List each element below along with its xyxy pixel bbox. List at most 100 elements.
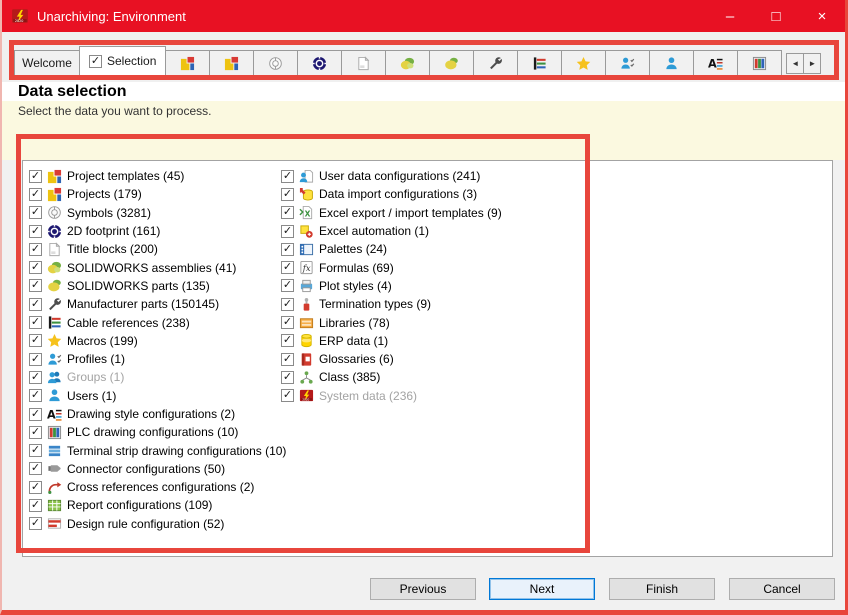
list-item[interactable]: ✓Manufacturer parts (150145): [29, 295, 281, 313]
checkbox[interactable]: ✓: [29, 298, 42, 311]
tab-solidworks-parts[interactable]: [429, 50, 474, 76]
checkbox[interactable]: ✓: [281, 298, 294, 311]
tab-project-templates[interactable]: [165, 50, 210, 76]
list-item[interactable]: ✓Profiles (1): [29, 350, 281, 368]
checkbox[interactable]: ✓: [281, 353, 294, 366]
list-item[interactable]: ✓Symbols (3281): [29, 204, 281, 222]
list-item[interactable]: ✓Formulas (69): [281, 258, 832, 276]
checkbox[interactable]: ✓: [29, 225, 42, 238]
list-item[interactable]: ✓Class (385): [281, 368, 832, 386]
list-item[interactable]: ✓Terminal strip drawing configurations (…: [29, 441, 281, 459]
list-item[interactable]: ✓Title blocks (200): [29, 240, 281, 258]
checkbox[interactable]: ✓: [29, 243, 42, 256]
checkbox[interactable]: ✓: [29, 408, 42, 421]
list-item[interactable]: ✓Connector configurations (50): [29, 460, 281, 478]
checkbox[interactable]: ✓: [281, 389, 294, 402]
selection-tab-checkbox[interactable]: ✓: [89, 55, 102, 68]
swasm-icon: [47, 260, 62, 275]
checkbox[interactable]: ✓: [281, 279, 294, 292]
list-item[interactable]: ✓Project templates (45): [29, 167, 281, 185]
list-item[interactable]: ✓System data (236): [281, 387, 832, 405]
list-item[interactable]: ✓Groups (1): [29, 368, 281, 386]
tab-selection[interactable]: ✓ Selection: [79, 46, 166, 76]
list-item[interactable]: ✓Drawing style configurations (2): [29, 405, 281, 423]
list-item[interactable]: ✓Report configurations (109): [29, 496, 281, 514]
checkbox[interactable]: ✓: [29, 334, 42, 347]
checkbox[interactable]: ✓: [29, 517, 42, 530]
list-item[interactable]: ✓Excel export / import templates (9): [281, 204, 832, 222]
tab-solidworks-assemblies[interactable]: [385, 50, 430, 76]
list-item[interactable]: ✓Excel automation (1): [281, 222, 832, 240]
tab-cable-references[interactable]: [517, 50, 562, 76]
checkbox[interactable]: ✓: [281, 170, 294, 183]
list-item[interactable]: ✓SOLIDWORKS assemblies (41): [29, 258, 281, 276]
list-item[interactable]: ✓2D footprint (161): [29, 222, 281, 240]
list-item[interactable]: ✓SOLIDWORKS parts (135): [29, 277, 281, 295]
list-item[interactable]: ✓Plot styles (4): [281, 277, 832, 295]
checkbox[interactable]: ✓: [29, 389, 42, 402]
tab-scroll-left-button[interactable]: ◄: [786, 53, 804, 74]
previous-button[interactable]: Previous: [370, 578, 476, 600]
checkbox[interactable]: ✓: [281, 225, 294, 238]
tab-macros[interactable]: [561, 50, 606, 76]
tab-drawing-styles[interactable]: [693, 50, 738, 76]
maximize-button[interactable]: □: [753, 0, 799, 32]
checkbox[interactable]: ✓: [29, 188, 42, 201]
list-item-label: Palettes (24): [319, 242, 387, 256]
drawing-styles-icon: [708, 56, 723, 71]
list-item[interactable]: ✓Cross references configurations (2): [29, 478, 281, 496]
checkbox[interactable]: ✓: [281, 243, 294, 256]
list-item[interactable]: ✓Projects (179): [29, 185, 281, 203]
cancel-button[interactable]: Cancel: [729, 578, 835, 600]
list-item[interactable]: ✓Termination types (9): [281, 295, 832, 313]
checkbox[interactable]: ✓: [29, 316, 42, 329]
checkbox[interactable]: ✓: [281, 261, 294, 274]
checkbox[interactable]: ✓: [281, 206, 294, 219]
checkbox[interactable]: ✓: [29, 170, 42, 183]
class-icon: [299, 370, 314, 385]
list-item[interactable]: ✓PLC drawing configurations (10): [29, 423, 281, 441]
checkbox[interactable]: ✓: [29, 279, 42, 292]
list-item[interactable]: ✓User data configurations (241): [281, 167, 832, 185]
list-item[interactable]: ✓ Palettes (24): [281, 240, 832, 258]
close-button[interactable]: ×: [799, 0, 845, 32]
tab-manufacturer-parts[interactable]: [473, 50, 518, 76]
checkbox[interactable]: ✓: [281, 316, 294, 329]
tab-2d-footprint[interactable]: [297, 50, 342, 76]
checkbox[interactable]: ✓: [29, 462, 42, 475]
next-button[interactable]: Next: [489, 578, 595, 600]
checkbox[interactable]: ✓: [29, 371, 42, 384]
checkbox[interactable]: ✓: [29, 481, 42, 494]
checkbox[interactable]: ✓: [29, 426, 42, 439]
tab-scroll-right-button[interactable]: ►: [803, 53, 821, 74]
checkbox[interactable]: ✓: [29, 206, 42, 219]
checkbox[interactable]: ✓: [29, 444, 42, 457]
tab-users[interactable]: [649, 50, 694, 76]
list-item[interactable]: ✓ Cable references (238): [29, 313, 281, 331]
tab-projects[interactable]: [209, 50, 254, 76]
tab-selection-label: Selection: [107, 54, 156, 68]
tab-symbols[interactable]: [253, 50, 298, 76]
list-item[interactable]: ✓Users (1): [29, 387, 281, 405]
checkbox[interactable]: ✓: [29, 353, 42, 366]
list-item[interactable]: ✓Glossaries (6): [281, 350, 832, 368]
minimize-button[interactable]: –: [707, 0, 753, 32]
checkbox[interactable]: ✓: [29, 261, 42, 274]
checkbox[interactable]: ✓: [281, 334, 294, 347]
list-item[interactable]: ✓Data import configurations (3): [281, 185, 832, 203]
list-item[interactable]: ✓Macros (199): [29, 332, 281, 350]
tab-welcome[interactable]: Welcome: [14, 50, 80, 76]
list-item-label: Cable references (238): [67, 316, 190, 330]
checkbox[interactable]: ✓: [281, 371, 294, 384]
list-item[interactable]: ✓Libraries (78): [281, 313, 832, 331]
tab-profiles[interactable]: [605, 50, 650, 76]
list-item[interactable]: ✓Design rule configuration (52): [29, 515, 281, 533]
page-subheader: Select the data you want to process.: [2, 101, 845, 160]
list-item[interactable]: ✓ERP data (1): [281, 332, 832, 350]
checkbox[interactable]: ✓: [281, 188, 294, 201]
finish-button[interactable]: Finish: [609, 578, 715, 600]
tab-title-blocks[interactable]: [341, 50, 386, 76]
tab-plc-drawings[interactable]: [737, 50, 782, 76]
checkbox[interactable]: ✓: [29, 499, 42, 512]
profiles-icon: [47, 352, 62, 367]
